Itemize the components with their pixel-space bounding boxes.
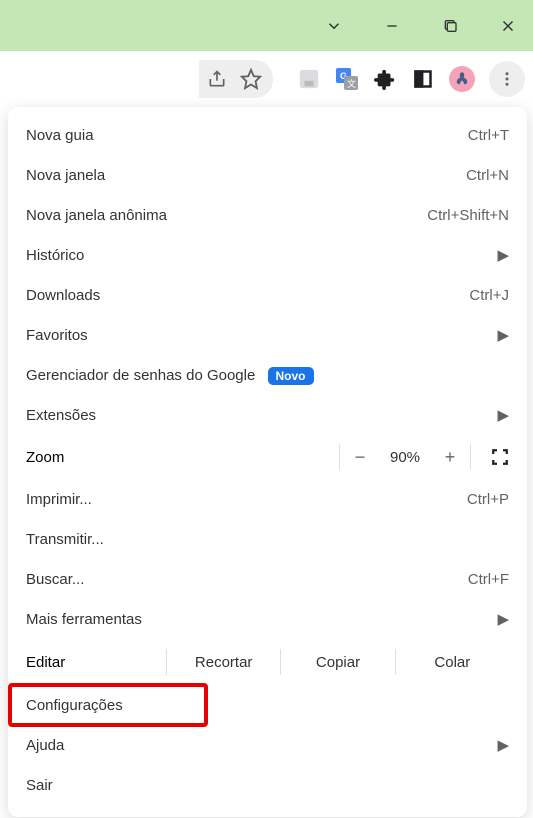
menu-shortcut: Ctrl+P xyxy=(467,491,509,508)
menu-item-edit: Editar Recortar Copiar Colar xyxy=(8,639,527,685)
share-icon[interactable] xyxy=(205,67,229,91)
chevron-down-icon[interactable] xyxy=(321,13,347,39)
menu-label: Downloads xyxy=(26,287,100,304)
label-wrap: Gerenciador de senhas do Google Novo xyxy=(26,367,314,384)
bookmark-star-icon[interactable] xyxy=(239,67,263,91)
new-badge: Novo xyxy=(268,367,314,385)
menu-item-bookmarks[interactable]: Favoritos ▶ xyxy=(8,315,527,355)
menu-item-find[interactable]: Buscar... Ctrl+F xyxy=(8,559,527,599)
menu-label: Favoritos xyxy=(26,327,88,344)
menu-item-new-window[interactable]: Nova janela Ctrl+N xyxy=(8,155,527,195)
menu-item-print[interactable]: Imprimir... Ctrl+P xyxy=(8,479,527,519)
menu-shortcut: Ctrl+J xyxy=(469,287,509,304)
more-menu-button[interactable] xyxy=(489,61,525,97)
menu-shortcut: Ctrl+Shift+N xyxy=(427,207,509,224)
chevron-right-icon: ▶ xyxy=(497,246,509,264)
menu-label: Sair xyxy=(26,777,53,794)
menu-label: Imprimir... xyxy=(26,491,92,508)
extensions-puzzle-icon[interactable] xyxy=(373,67,397,91)
chevron-right-icon: ▶ xyxy=(497,610,509,628)
zoom-in-button[interactable]: + xyxy=(432,447,468,468)
maximize-button[interactable] xyxy=(437,13,463,39)
menu-label: Editar xyxy=(26,654,166,671)
menu-item-incognito[interactable]: Nova janela anônima Ctrl+Shift+N xyxy=(8,195,527,235)
chevron-right-icon: ▶ xyxy=(497,406,509,424)
menu-label: Buscar... xyxy=(26,571,84,588)
chevron-right-icon: ▶ xyxy=(497,326,509,344)
menu-shortcut: Ctrl+T xyxy=(468,127,509,144)
fullscreen-icon[interactable] xyxy=(491,448,509,466)
menu-label: Nova janela anônima xyxy=(26,207,167,224)
menu-label: Nova janela xyxy=(26,167,105,184)
zoom-value: 90% xyxy=(378,449,432,466)
menu-label: Ajuda xyxy=(26,737,64,754)
menu-shortcut: Ctrl+F xyxy=(468,571,509,588)
cut-button[interactable]: Recortar xyxy=(167,654,280,671)
menu-label: Configurações xyxy=(26,697,123,714)
menu-item-downloads[interactable]: Downloads Ctrl+J xyxy=(8,275,527,315)
menu-item-extensions[interactable]: Extensões ▶ xyxy=(8,395,527,435)
menu-label: Mais ferramentas xyxy=(26,611,142,628)
vertical-divider xyxy=(470,444,471,470)
menu-label: Transmitir... xyxy=(26,531,104,548)
menu-item-cast[interactable]: Transmitir... xyxy=(8,519,527,559)
menu-item-more-tools[interactable]: Mais ferramentas ▶ xyxy=(8,599,527,639)
menu-item-zoom: Zoom − 90% + xyxy=(8,435,527,479)
window-titlebar xyxy=(0,0,533,51)
side-panel-icon[interactable] xyxy=(411,67,435,91)
menu-item-history[interactable]: Histórico ▶ xyxy=(8,235,527,275)
browser-toolbar: G文 xyxy=(0,51,533,107)
menu-item-exit[interactable]: Sair xyxy=(8,765,527,805)
copy-button[interactable]: Copiar xyxy=(281,654,394,671)
menu-item-settings[interactable]: Configurações xyxy=(8,685,527,725)
account-placeholder-icon[interactable] xyxy=(297,67,321,91)
minimize-button[interactable] xyxy=(379,13,405,39)
menu-label: Nova guia xyxy=(26,127,94,144)
address-bar-tail xyxy=(199,60,273,98)
menu-shortcut: Ctrl+N xyxy=(466,167,509,184)
google-translate-icon[interactable]: G文 xyxy=(335,67,359,91)
chevron-right-icon: ▶ xyxy=(497,736,509,754)
svg-text:文: 文 xyxy=(347,78,356,89)
menu-item-help[interactable]: Ajuda ▶ xyxy=(8,725,527,765)
vertical-divider xyxy=(339,444,340,470)
chrome-main-menu: Nova guia Ctrl+T Nova janela Ctrl+N Nova… xyxy=(8,107,527,817)
zoom-out-button[interactable]: − xyxy=(342,447,378,468)
menu-label: Gerenciador de senhas do Google xyxy=(26,367,255,384)
close-button[interactable] xyxy=(495,13,521,39)
paste-button[interactable]: Colar xyxy=(396,654,509,671)
menu-label: Extensões xyxy=(26,407,96,424)
menu-label: Zoom xyxy=(26,449,337,466)
menu-item-new-tab[interactable]: Nova guia Ctrl+T xyxy=(8,115,527,155)
menu-item-password-manager[interactable]: Gerenciador de senhas do Google Novo xyxy=(8,355,527,395)
profile-avatar[interactable] xyxy=(449,66,475,92)
menu-label: Histórico xyxy=(26,247,84,264)
